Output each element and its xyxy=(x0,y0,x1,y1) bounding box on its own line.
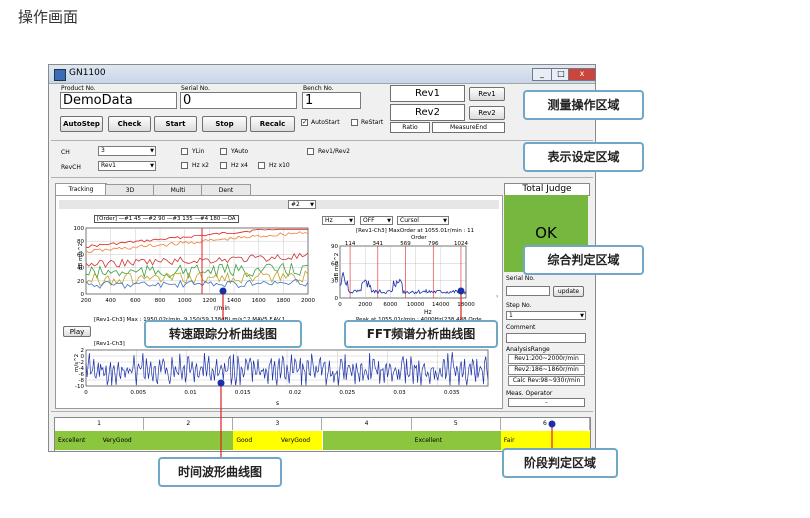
callout-connectors xyxy=(217,287,556,457)
